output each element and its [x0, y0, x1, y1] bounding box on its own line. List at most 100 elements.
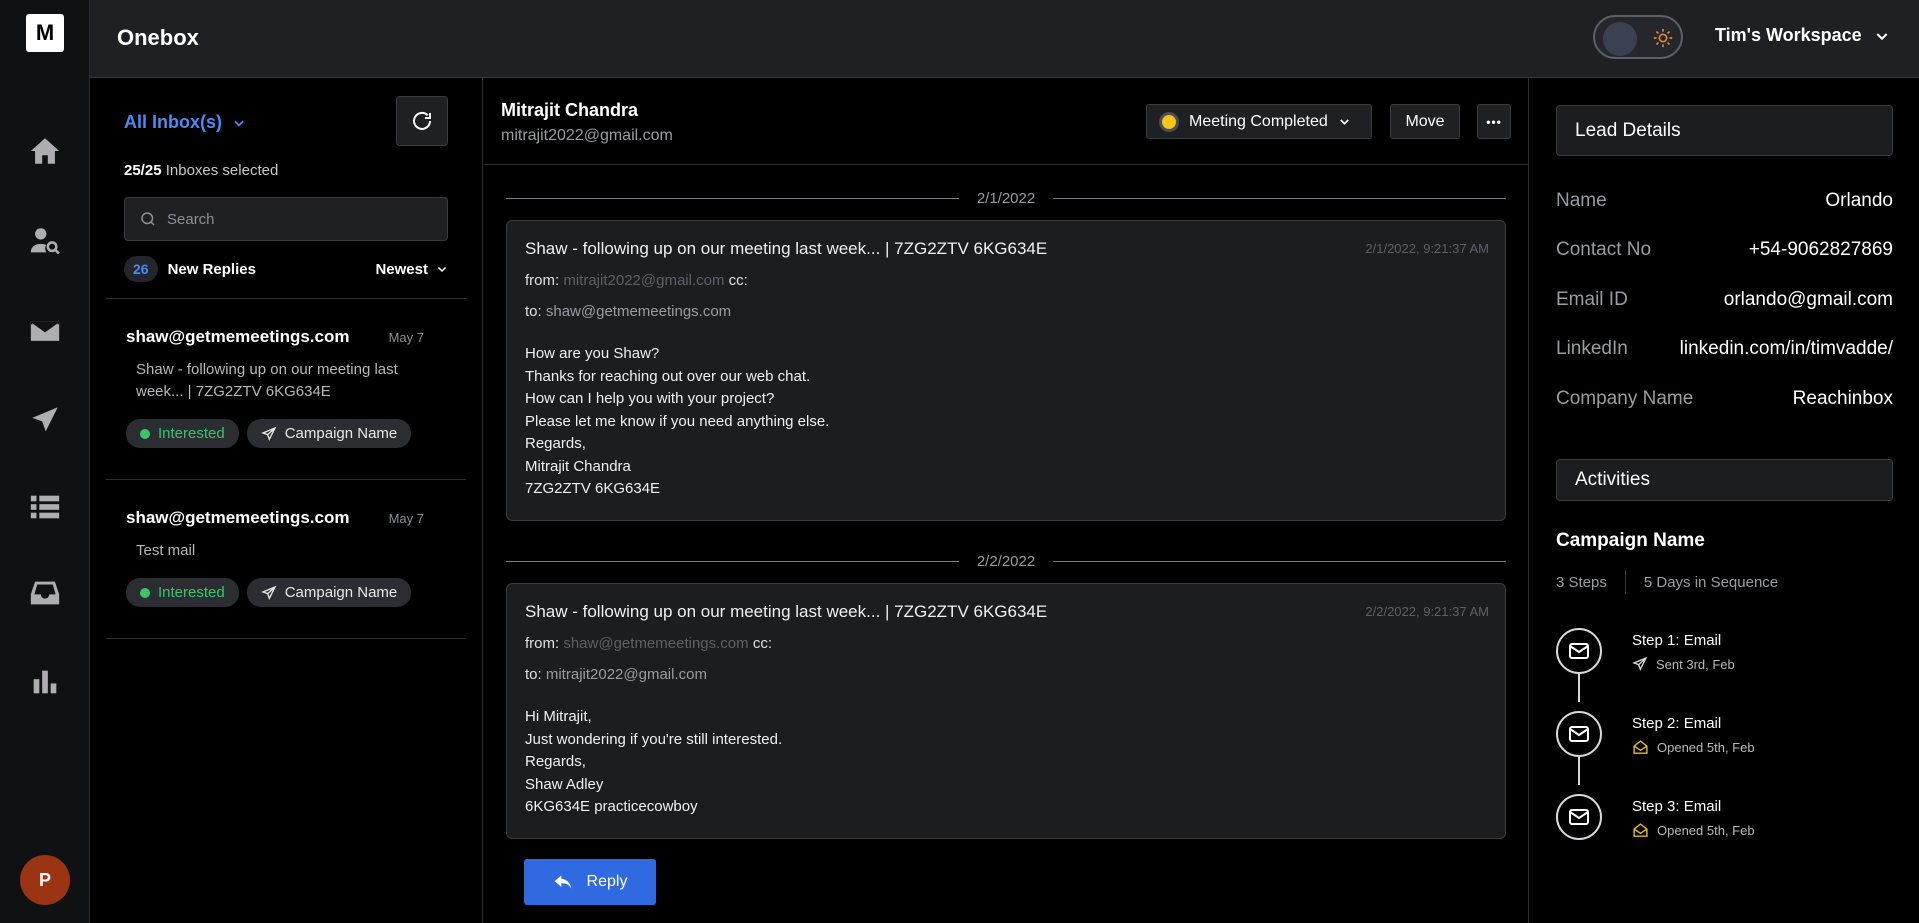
envelope-open-icon	[1633, 740, 1648, 754]
date-divider-label: 2/1/2022	[976, 189, 1036, 207]
email-subject: Shaw - following up on our meeting last …	[525, 602, 1048, 621]
send-icon	[260, 426, 277, 441]
campaign-tag-label: Campaign Name	[284, 425, 398, 442]
step-status: Opened 5th, Feb	[1632, 739, 1755, 756]
date-divider: 2/1/2022	[506, 188, 1507, 208]
campaign-tag-label: Campaign Name	[284, 584, 398, 601]
to-label: to:	[525, 666, 542, 683]
mail-icon	[1556, 711, 1602, 757]
send-icon[interactable]	[27, 402, 63, 438]
from-label: from:	[525, 272, 560, 289]
contact-email: mitrajit2022@gmail.com	[501, 127, 673, 144]
email-to-line: to: mitrajit2022@gmail.com	[525, 665, 1487, 684]
campaign-tag[interactable]: Campaign Name	[246, 419, 412, 448]
email-body-line: Mitrajit Chandra	[525, 457, 631, 475]
cc-label: cc:	[728, 272, 748, 289]
email-body-line: 6KG634E practicecowboy	[525, 798, 698, 815]
list-icon[interactable]	[27, 489, 63, 525]
sequence-days: 5 Days in Sequence	[1643, 573, 1779, 591]
lead-field-value: Orlando	[1825, 190, 1893, 211]
email-body-line: Thanks for reaching out over our web cha…	[525, 367, 811, 385]
user-avatar[interactable]: P	[20, 855, 70, 905]
email-body-line: Shaw Adley	[525, 775, 604, 793]
step-status: Opened 5th, Feb	[1632, 822, 1755, 839]
status-tag-interested[interactable]: Interested	[126, 578, 239, 607]
refresh-button[interactable]	[396, 96, 448, 146]
campaign-tag[interactable]: Campaign Name	[246, 578, 412, 607]
date-divider-label: 2/2/2022	[976, 552, 1036, 570]
search-box[interactable]	[124, 197, 448, 241]
thread-list-item[interactable]: shaw@getmemeetings.com May 7 Test mail I…	[106, 479, 466, 639]
email-to-line: to: shaw@getmemeetings.com	[525, 302, 1487, 321]
email-from-line: from: mitrajit2022@gmail.com cc:	[525, 271, 1487, 290]
lead-status-dropdown[interactable]: Meeting Completed	[1146, 104, 1372, 139]
page-title: Onebox	[117, 25, 199, 50]
lead-field-row: Contact No +54-9062827869	[1556, 239, 1893, 261]
app-logo[interactable]: M	[26, 14, 64, 52]
thread-date: May 7	[388, 511, 424, 526]
email-timestamp: 2/1/2022, 9:21:37 AM	[1365, 241, 1489, 256]
email-from: mitrajit2022@gmail.com	[563, 272, 725, 289]
mail-icon[interactable]	[27, 313, 63, 349]
thread-snippet: Shaw - following up on our meeting last …	[136, 361, 398, 400]
sequence-step: Step 2: Email Opened 5th, Feb	[1556, 711, 1893, 757]
status-tag-interested[interactable]: Interested	[126, 419, 239, 448]
new-replies-label: New Replies	[167, 260, 256, 278]
step-title: Step 3: Email	[1632, 798, 1722, 815]
bar-chart-icon[interactable]	[27, 664, 63, 700]
step-status: Sent 3rd, Feb	[1632, 656, 1735, 672]
status-tag-label: Interested	[158, 584, 225, 601]
step-title: Step 2: Email	[1632, 715, 1722, 732]
reply-label: Reply	[586, 873, 628, 890]
theme-toggle[interactable]	[1593, 15, 1683, 59]
conversation-header: Mitrajit Chandra mitrajit2022@gmail.com …	[484, 78, 1529, 165]
home-icon[interactable]	[27, 133, 63, 169]
send-icon	[260, 585, 277, 600]
lead-field-key: Email ID	[1556, 289, 1628, 310]
move-button[interactable]: Move	[1390, 104, 1460, 139]
lead-field-row: LinkedIn linkedin.com/in/timvadde/	[1556, 338, 1893, 360]
user-search-icon[interactable]	[27, 223, 63, 259]
email-body-line: 7ZG2ZTV 6KG634E	[525, 480, 661, 497]
search-icon	[141, 212, 155, 226]
email-body-line: Please let me know if you need anything …	[525, 412, 830, 430]
step-status-label: Sent 3rd, Feb	[1656, 656, 1735, 672]
inbox-selector[interactable]: All Inbox(s)	[124, 112, 246, 133]
contact-name: Mitrajit Chandra	[501, 100, 639, 120]
more-options-button[interactable]: •••	[1477, 104, 1511, 139]
reply-button[interactable]: Reply	[524, 859, 656, 905]
email-timestamp: 2/2/2022, 9:21:37 AM	[1365, 604, 1489, 619]
email-to: mitrajit2022@gmail.com	[545, 666, 707, 683]
workspace-selector[interactable]: Tim's Workspace	[1715, 25, 1890, 46]
email-subject: Shaw - following up on our meeting last …	[525, 239, 1048, 258]
email-body-line: Regards,	[525, 435, 586, 452]
lead-field-value[interactable]: linkedin.com/in/timvadde/	[1680, 338, 1893, 360]
email-from-line: from: shaw@getmemeetings.com cc:	[525, 634, 1487, 653]
reply-icon	[554, 875, 571, 889]
email-body-line: Just wondering if you're still intereste…	[525, 730, 783, 748]
chevron-down-icon	[1876, 32, 1888, 40]
cc-label: cc:	[752, 635, 772, 652]
campaign-summary: 3 Steps 5 Days in Sequence	[1556, 570, 1778, 594]
sort-dropdown[interactable]: Newest	[375, 261, 448, 278]
email-body: Hi Mitrajit, Just wondering if you're st…	[525, 706, 1487, 819]
search-input[interactable]	[167, 210, 437, 228]
status-dot	[1159, 111, 1179, 132]
thread-list-item[interactable]: shaw@getmemeetings.com May 7 Shaw - foll…	[106, 298, 466, 479]
send-icon	[1632, 656, 1648, 672]
selected-count: 25/25	[124, 162, 162, 179]
sort-label: Newest	[375, 260, 428, 278]
new-replies-badge: 26	[124, 256, 158, 282]
campaign-title: Campaign Name	[1556, 530, 1705, 551]
step-title: Step 1: Email	[1632, 632, 1722, 649]
email-body-line: How can I help you with your project?	[525, 390, 775, 407]
email-body-line: Regards,	[525, 753, 586, 770]
email-to: shaw@getmemeetings.com	[545, 303, 732, 320]
more-dots-icon: •••	[1486, 114, 1502, 129]
lead-field-value: +54-9062827869	[1748, 239, 1893, 260]
lead-details-header: Lead Details	[1556, 105, 1893, 156]
toggle-knob	[1603, 22, 1637, 56]
inbox-tray-icon[interactable]	[27, 575, 63, 611]
inbox-list-panel: All Inbox(s) 25/25 Inboxes selected 26 N…	[90, 78, 483, 923]
envelope-open-icon	[1633, 823, 1648, 837]
